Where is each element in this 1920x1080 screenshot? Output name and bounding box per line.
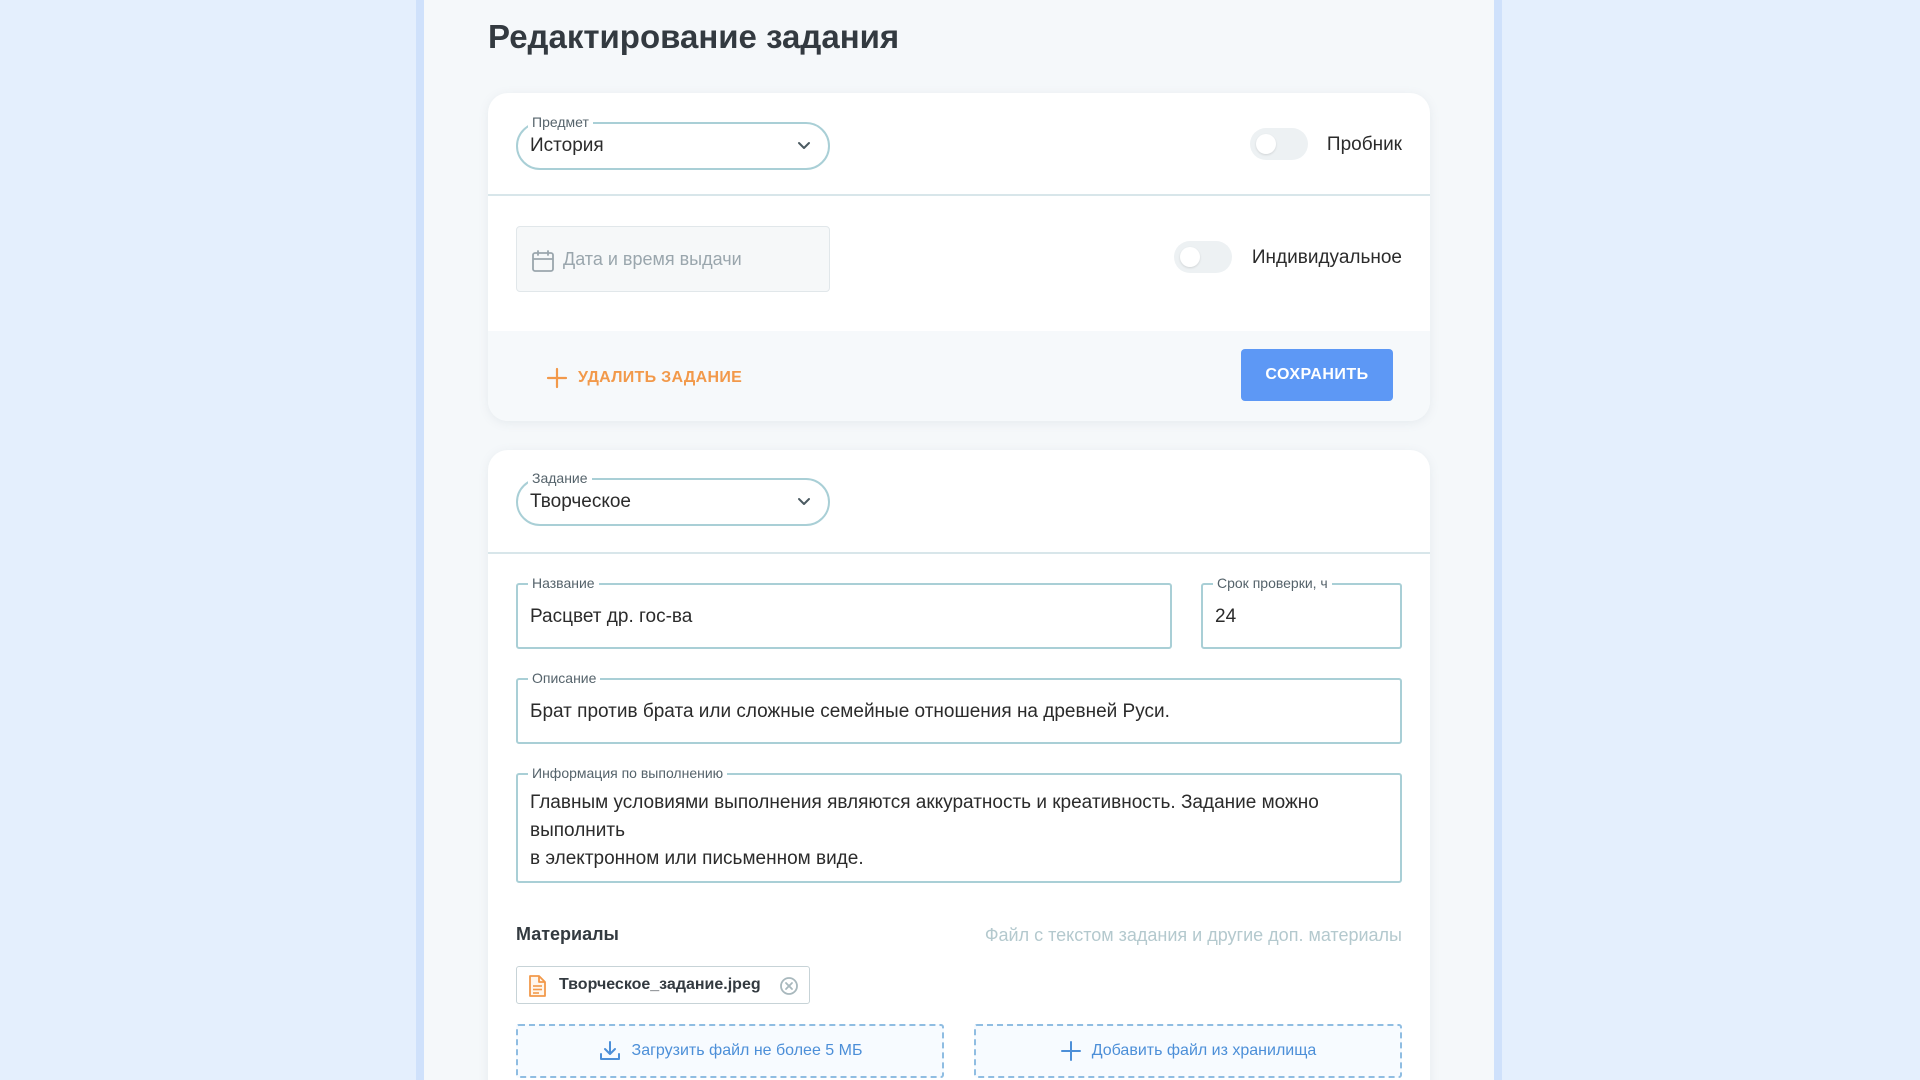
toggle-knob: [1256, 134, 1276, 154]
deadline-value: 24: [1215, 606, 1237, 627]
close-circle-icon[interactable]: [779, 976, 799, 996]
download-icon: [599, 1041, 620, 1060]
task-type-value: Творческое: [530, 491, 631, 512]
name-label: Название: [528, 575, 599, 591]
divider: [488, 194, 1430, 196]
name-field[interactable]: Название Расцвет др. гос-ва: [516, 575, 1172, 649]
attached-file[interactable]: Творческое_задание.jpeg: [516, 966, 810, 1004]
trial-toggle-label: Пробник: [1326, 134, 1402, 155]
description-field[interactable]: Описание Брат против брата или сложные с…: [516, 670, 1402, 744]
calendar-icon: [532, 250, 554, 272]
save-button[interactable]: СОХРАНИТЬ: [1241, 349, 1393, 401]
name-value: Расцвет др. гос-ва: [530, 606, 693, 627]
task-card: Задание Творческое Название Расцвет др. …: [488, 450, 1430, 1080]
info-label: Информация по выполнению: [528, 765, 728, 781]
deadline-field[interactable]: Срок проверки, ч 24: [1201, 575, 1402, 649]
page-title: Редактирование задания: [488, 18, 900, 55]
left-rail: [416, 0, 424, 1080]
divider: [488, 552, 1430, 554]
info-line: выполнить: [530, 820, 625, 841]
description-value: Брат против брата или сложные семейные о…: [530, 701, 1170, 722]
add-from-storage-label: Добавить файл из хранилища: [1091, 1042, 1317, 1059]
plus-icon: [546, 367, 568, 389]
plus-icon: [1060, 1041, 1081, 1061]
toggle-knob: [1180, 247, 1200, 267]
individual-toggle[interactable]: [1174, 241, 1232, 273]
upload-file-button[interactable]: Загрузить файл не более 5 МБ: [516, 1024, 944, 1078]
date-placeholder: Дата и время выдачи: [563, 249, 742, 269]
info-field[interactable]: Информация по выполнению Главным условия…: [516, 765, 1402, 883]
chevron-down-icon: [798, 142, 810, 149]
document-icon: [529, 975, 546, 997]
subject-value: История: [530, 135, 604, 156]
chevron-down-icon: [798, 498, 810, 505]
add-from-storage-button[interactable]: Добавить файл из хранилища: [974, 1024, 1402, 1078]
info-line: в электронном или письменном виде.: [530, 848, 864, 869]
materials-hint: Файл с текстом задания и другие доп. мат…: [984, 925, 1402, 945]
info-value: Главным условиями выполнения являются ак…: [530, 789, 1390, 873]
subject-select[interactable]: Предмет История: [516, 114, 830, 170]
deadline-label: Срок проверки, ч: [1213, 575, 1332, 591]
settings-card: Предмет История Пробник Дата и время выд…: [488, 93, 1430, 421]
materials-title: Материалы: [516, 924, 619, 944]
individual-toggle-label: Индивидуальное: [1251, 247, 1402, 268]
trial-toggle[interactable]: [1250, 128, 1308, 160]
task-type-label: Задание: [528, 470, 592, 486]
main-panel: Редактирование задания Предмет История П…: [424, 0, 1494, 1080]
task-type-select[interactable]: Задание Творческое: [516, 470, 830, 526]
delete-task-label: УДАЛИТЬ ЗАДАНИЕ: [578, 369, 743, 386]
upload-file-label: Загрузить файл не более 5 МБ: [631, 1042, 863, 1059]
description-label: Описание: [528, 670, 601, 686]
right-rail: [1494, 0, 1502, 1080]
date-time-input[interactable]: Дата и время выдачи: [516, 226, 830, 292]
info-line: Главным условиями выполнения являются ак…: [530, 792, 1319, 813]
delete-task-button[interactable]: УДАЛИТЬ ЗАДАНИЕ: [546, 367, 742, 389]
card-actions: УДАЛИТЬ ЗАДАНИЕ СОХРАНИТЬ: [488, 331, 1430, 421]
subject-label: Предмет: [528, 114, 593, 130]
file-name: Творческое_задание.jpeg: [559, 976, 761, 993]
